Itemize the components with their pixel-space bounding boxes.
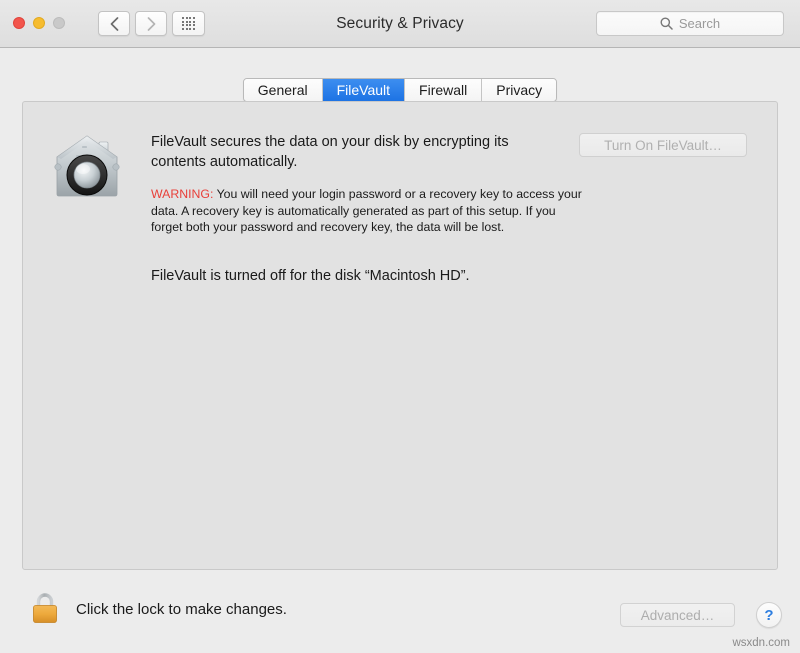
filevault-description-block: FileVault secures the data on your disk … bbox=[151, 132, 582, 286]
search-placeholder: Search bbox=[678, 16, 721, 31]
zoom-window-button bbox=[53, 17, 65, 29]
tab-bar: General FileVault Firewall Privacy bbox=[0, 78, 800, 102]
grid-dots-icon bbox=[182, 17, 195, 30]
lock-closed-icon[interactable] bbox=[30, 592, 60, 626]
search-icon bbox=[660, 17, 673, 30]
help-button[interactable]: ? bbox=[756, 602, 782, 628]
lock-row: Click the lock to make changes. bbox=[30, 592, 287, 626]
traffic-light-group bbox=[13, 17, 65, 29]
navigation-buttons bbox=[98, 11, 167, 36]
chevron-left-icon bbox=[110, 16, 118, 31]
tab-general[interactable]: General bbox=[243, 79, 323, 101]
search-input[interactable]: Search bbox=[596, 11, 784, 36]
filevault-safe-icon bbox=[54, 135, 120, 197]
filevault-warning: WARNING: You will need your login passwo… bbox=[151, 186, 583, 236]
lock-caption: Click the lock to make changes. bbox=[76, 600, 287, 618]
minimize-window-button[interactable] bbox=[33, 17, 45, 29]
turn-on-filevault-button[interactable]: Turn On FileVault… bbox=[579, 133, 747, 157]
chevron-right-icon bbox=[147, 16, 155, 31]
tab-firewall[interactable]: Firewall bbox=[405, 79, 483, 101]
tab-privacy[interactable]: Privacy bbox=[482, 79, 557, 101]
window-toolbar: Security & Privacy Search bbox=[0, 0, 800, 48]
warning-text: You will need your login password or a r… bbox=[151, 187, 582, 234]
back-button[interactable] bbox=[98, 11, 130, 36]
advanced-button[interactable]: Advanced… bbox=[620, 603, 735, 627]
filevault-status: FileVault is turned off for the disk “Ma… bbox=[151, 267, 470, 284]
filevault-headline: FileVault secures the data on your disk … bbox=[151, 134, 509, 170]
watermark: wsxdn.com bbox=[732, 637, 790, 649]
forward-button[interactable] bbox=[135, 11, 167, 36]
warning-label: WARNING: bbox=[151, 187, 214, 201]
tab-filevault[interactable]: FileVault bbox=[322, 79, 406, 101]
filevault-panel: FileVault secures the data on your disk … bbox=[22, 101, 778, 570]
show-all-button[interactable] bbox=[172, 11, 205, 36]
close-window-button[interactable] bbox=[13, 17, 25, 29]
